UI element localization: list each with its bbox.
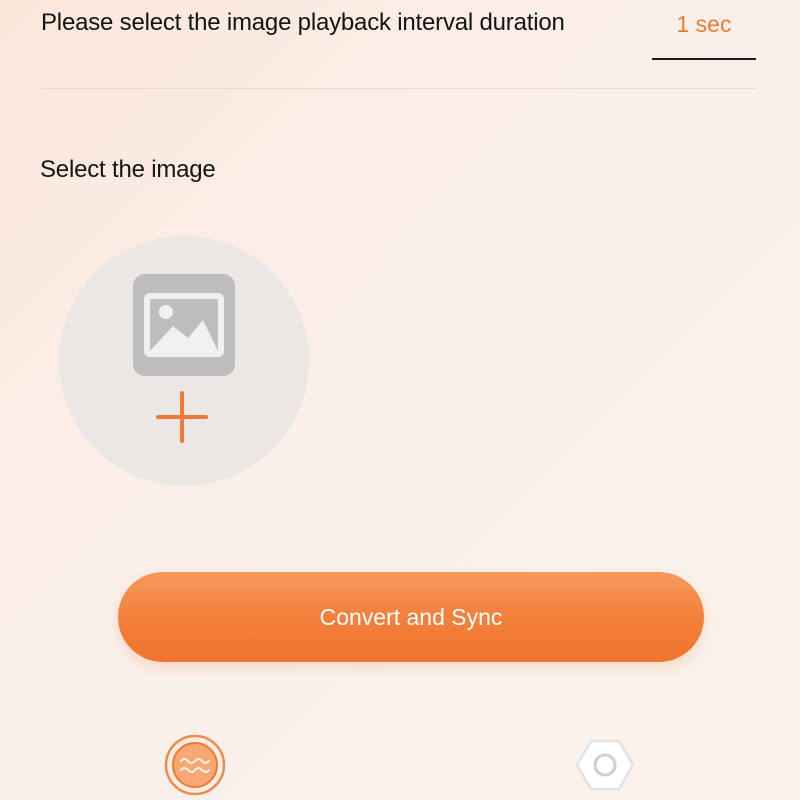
convert-and-sync-button[interactable]: Convert and Sync xyxy=(118,572,704,662)
divider xyxy=(41,88,757,89)
image-picker-button[interactable] xyxy=(59,236,309,486)
select-image-label: Select the image xyxy=(40,156,216,183)
home-wave-icon[interactable] xyxy=(164,734,226,796)
interval-label: Please select the image playback interva… xyxy=(41,9,565,36)
interval-value-underline xyxy=(652,58,756,60)
settings-hexagon-icon[interactable] xyxy=(574,734,636,796)
interval-value-select[interactable]: 1 sec xyxy=(652,11,756,38)
image-icon xyxy=(133,274,235,376)
plus-icon xyxy=(156,391,208,443)
interval-row[interactable]: Please select the image playback interva… xyxy=(0,0,800,90)
